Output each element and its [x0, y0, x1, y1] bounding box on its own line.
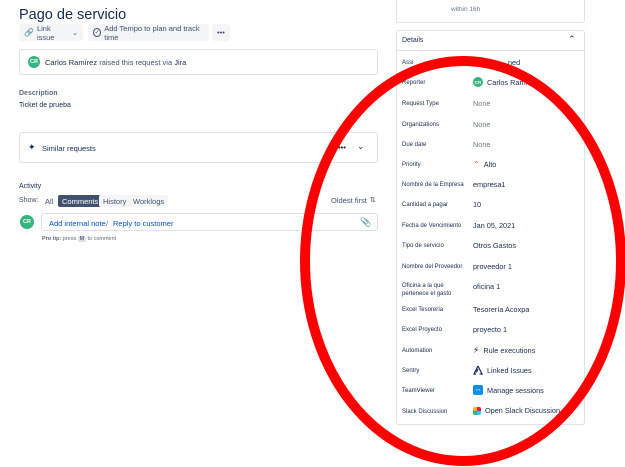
- annotation-ellipse: [300, 56, 625, 466]
